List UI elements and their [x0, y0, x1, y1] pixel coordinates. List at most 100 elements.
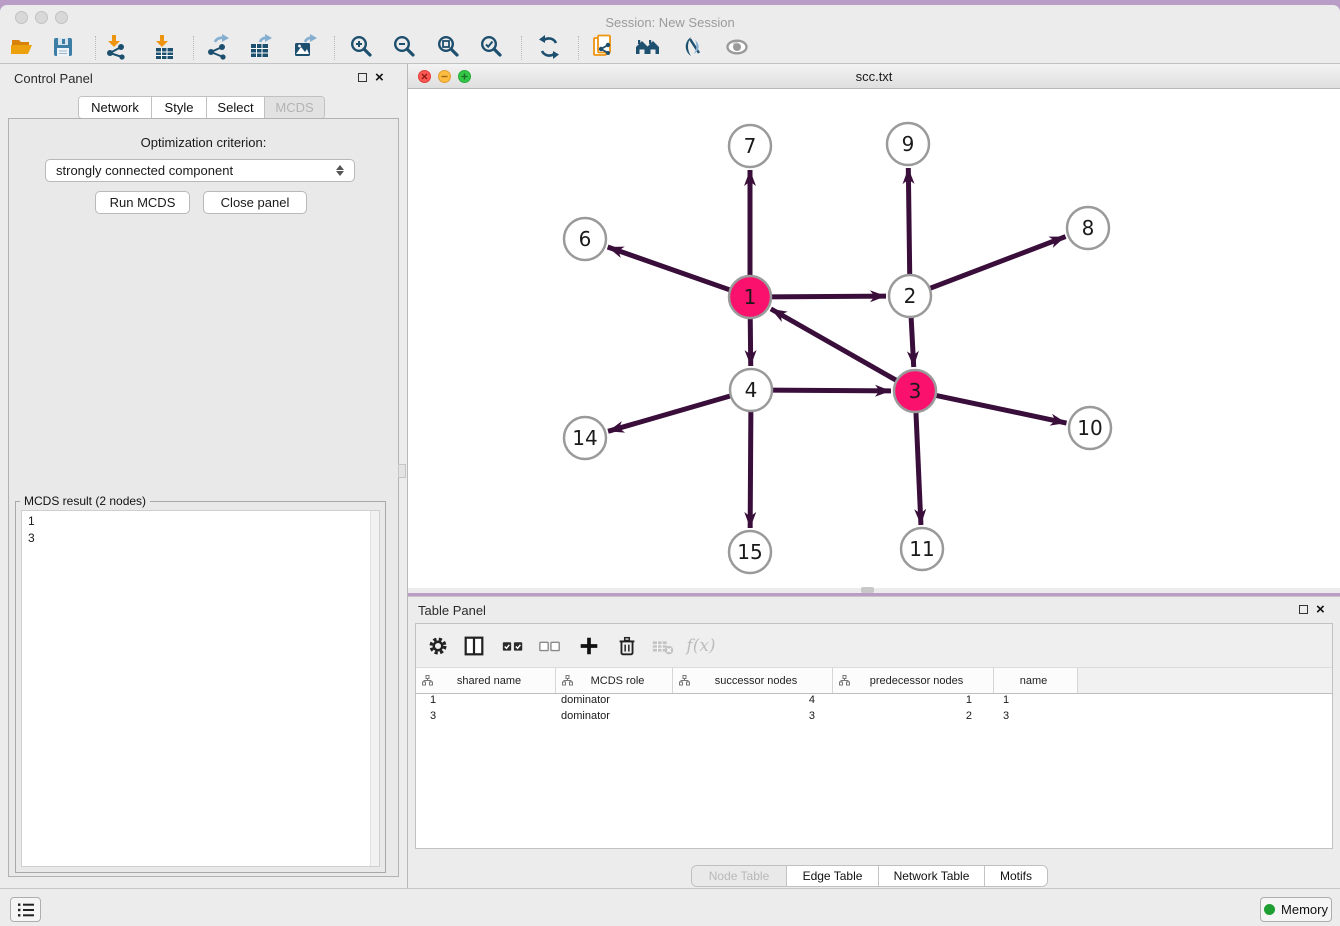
visual-style-icon[interactable]	[678, 33, 706, 61]
tab-motifs[interactable]: Motifs	[985, 866, 1047, 886]
network-window-title: scc.txt	[408, 69, 1340, 84]
graph-node-label-14: 14	[572, 426, 597, 450]
tab-node-table[interactable]: Node Table	[692, 866, 787, 886]
run-mcds-button[interactable]: Run MCDS	[95, 191, 190, 214]
graph-node-label-8: 8	[1082, 216, 1095, 240]
task-history-button[interactable]	[10, 897, 41, 922]
column-type-icon	[562, 675, 573, 686]
table-cell[interactable]: 3	[994, 710, 1078, 726]
home-icon[interactable]	[634, 33, 662, 61]
column-header-successor-nodes[interactable]: successor nodes	[673, 668, 833, 693]
mcds-result-text[interactable]: 1 3	[21, 510, 380, 867]
chevron-updown-icon	[336, 165, 344, 176]
column-type-icon	[422, 675, 433, 686]
function-builder-icon: f(x)	[686, 631, 716, 661]
mcds-panel: Optimization criterion: strongly connect…	[8, 118, 399, 877]
deselect-all-checkboxes-icon[interactable]	[535, 631, 565, 661]
export-table-icon[interactable]	[247, 33, 275, 61]
table-cell[interactable]: dominator	[556, 694, 673, 710]
list-icon	[17, 902, 35, 918]
graph-node-label-7: 7	[744, 134, 757, 158]
network-window-titlebar[interactable]: scc.txt	[408, 64, 1340, 89]
table-row-1[interactable]: 1dominator411	[416, 694, 1332, 710]
import-network-icon[interactable]	[103, 33, 131, 61]
delete-row-icon[interactable]	[612, 631, 642, 661]
close-panel-button[interactable]: Close panel	[203, 191, 307, 214]
close-panel-icon[interactable]: ×	[375, 73, 384, 82]
eye-icon[interactable]	[723, 33, 751, 61]
status-bar: Memory	[0, 888, 1340, 926]
open-session-icon[interactable]	[8, 33, 36, 61]
column-header-predecessor-nodes[interactable]: predecessor nodes	[833, 668, 994, 693]
optimization-criterion-label: Optimization criterion:	[9, 135, 398, 150]
result-scrollbar[interactable]	[370, 511, 379, 866]
table-cell[interactable]: 4	[673, 694, 833, 710]
table-cell[interactable]: 2	[833, 710, 994, 726]
memory-button[interactable]: Memory	[1260, 897, 1332, 922]
node-table-body: 1dominator4113dominator323	[416, 694, 1332, 848]
table-cell[interactable]: dominator	[556, 710, 673, 726]
graph-edge-4-14[interactable]	[608, 395, 733, 431]
export-image-icon[interactable]	[291, 33, 319, 61]
network-resize-grip[interactable]	[861, 587, 874, 593]
tab-select[interactable]: Select	[207, 97, 265, 118]
mcds-result-title: MCDS result (2 nodes)	[20, 494, 150, 508]
node-table-container: f(x) shared name MCDS role successor nod…	[415, 623, 1333, 849]
memory-label: Memory	[1281, 902, 1328, 917]
table-cell[interactable]: 1	[416, 694, 556, 710]
column-header-shared-name[interactable]: shared name	[416, 668, 556, 693]
graph-edge-4-3[interactable]	[770, 390, 891, 391]
tab-network[interactable]: Network	[79, 97, 152, 118]
close-table-panel-icon[interactable]: ×	[1316, 605, 1325, 614]
tab-style[interactable]: Style	[152, 97, 207, 118]
graph-edge-1-6[interactable]	[608, 247, 732, 291]
float-table-panel-icon[interactable]	[1299, 605, 1308, 614]
tab-mcds[interactable]: MCDS	[265, 97, 324, 118]
gear-icon[interactable]	[423, 631, 453, 661]
zoom-fit-icon[interactable]	[435, 33, 463, 61]
graph-node-label-11: 11	[909, 537, 934, 561]
criterion-select[interactable]: strongly connected component	[45, 159, 355, 182]
table-panel: Table Panel ×	[408, 596, 1340, 888]
column-header-mcds-role[interactable]: MCDS role	[556, 668, 673, 693]
split-column-icon[interactable]	[459, 631, 489, 661]
memory-status-icon	[1264, 904, 1275, 915]
delete-table-icon	[648, 631, 678, 661]
control-panel: Control Panel × Network Style Select MCD…	[0, 64, 408, 888]
table-cell[interactable]: 1	[994, 694, 1078, 710]
table-row-2[interactable]: 3dominator323	[416, 710, 1332, 726]
export-network-icon[interactable]	[204, 33, 232, 61]
graph-edge-2-8[interactable]	[928, 237, 1066, 290]
graph-edge-3-1[interactable]	[771, 309, 899, 382]
zoom-selected-icon[interactable]	[478, 33, 506, 61]
tab-edge-table[interactable]: Edge Table	[787, 866, 879, 886]
refresh-icon[interactable]	[535, 33, 563, 61]
float-panel-icon[interactable]	[358, 73, 367, 82]
table-cell[interactable]: 3	[416, 710, 556, 726]
save-session-icon[interactable]	[49, 33, 77, 61]
import-table-icon[interactable]	[151, 33, 179, 61]
panel-divider-grip[interactable]	[398, 464, 406, 478]
zoom-out-icon[interactable]	[391, 33, 419, 61]
add-row-icon[interactable]	[574, 631, 604, 661]
graph-edge-3-10[interactable]	[934, 395, 1067, 423]
graph-edge-2-3[interactable]	[911, 315, 914, 367]
tab-network-table[interactable]: Network Table	[879, 866, 985, 886]
graph-edge-1-4[interactable]	[750, 316, 751, 366]
new-network-from-selection-icon[interactable]	[590, 33, 618, 61]
graph-edge-3-11[interactable]	[916, 410, 921, 525]
graph-edge-2-9[interactable]	[908, 168, 909, 277]
zoom-in-icon[interactable]	[348, 33, 376, 61]
app-title: Session: New Session	[0, 15, 1340, 30]
graph-edge-1-2[interactable]	[769, 296, 886, 297]
criterion-value: strongly connected component	[56, 163, 233, 178]
table-cell[interactable]: 3	[673, 710, 833, 726]
select-all-checkboxes-icon[interactable]	[498, 631, 528, 661]
graph-edge-4-15[interactable]	[750, 409, 751, 528]
table-cell[interactable]: 1	[833, 694, 994, 710]
network-view-window: scc.txt 7968124314101511	[408, 64, 1340, 593]
mcds-result-group: MCDS result (2 nodes) 1 3	[15, 501, 386, 873]
column-type-icon	[679, 675, 690, 686]
column-header-name[interactable]: name	[994, 668, 1078, 693]
network-graph-canvas[interactable]: 7968124314101511	[408, 89, 1340, 588]
